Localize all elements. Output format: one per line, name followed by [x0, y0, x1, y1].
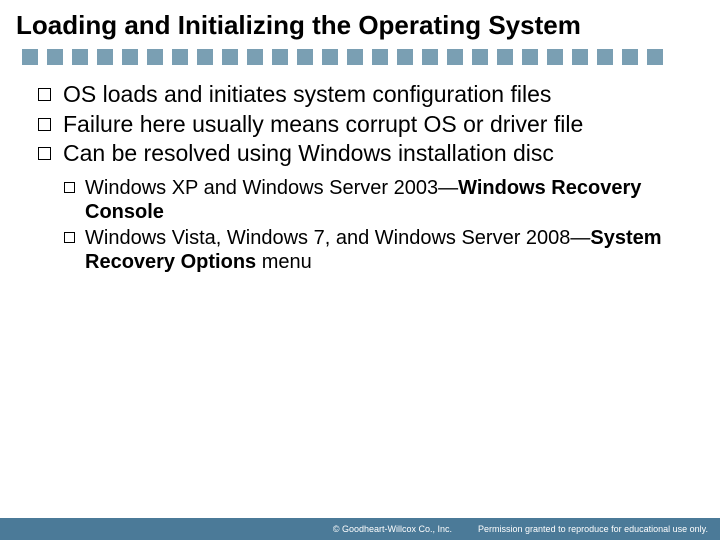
decorative-square [572, 49, 588, 65]
decorative-square [397, 49, 413, 65]
decorative-square [22, 49, 38, 65]
decorative-square [72, 49, 88, 65]
sub-bullet-text: Windows XP and Windows Server 2003—Windo… [85, 176, 704, 224]
decorative-square [297, 49, 313, 65]
decorative-square [147, 49, 163, 65]
sub-bullet-item: Windows XP and Windows Server 2003—Windo… [64, 176, 704, 224]
decorative-square [497, 49, 513, 65]
decorative-square [222, 49, 238, 65]
bullet-text: Can be resolved using Windows installati… [63, 140, 554, 168]
footer-copyright: © Goodheart-Willcox Co., Inc. [333, 524, 452, 534]
decorative-square [347, 49, 363, 65]
decorative-square [322, 49, 338, 65]
decorative-square [647, 49, 663, 65]
decorative-square [197, 49, 213, 65]
square-bullet-icon [38, 118, 51, 131]
decorative-square [247, 49, 263, 65]
bullet-item: OS loads and initiates system configurat… [38, 81, 694, 109]
sub-bullet-text: Windows Vista, Windows 7, and Windows Se… [85, 226, 704, 274]
decorative-square [172, 49, 188, 65]
decorative-square [447, 49, 463, 65]
square-bullet-icon [38, 88, 51, 101]
bullet-item: Can be resolved using Windows installati… [38, 140, 694, 168]
bullet-text: OS loads and initiates system configurat… [63, 81, 551, 109]
page-title: Loading and Initializing the Operating S… [16, 10, 704, 41]
decorative-square [47, 49, 63, 65]
bullet-text: Failure here usually means corrupt OS or… [63, 111, 583, 139]
decorative-square [422, 49, 438, 65]
bullet-list-level1: OS loads and initiates system configurat… [38, 81, 694, 168]
bullet-item: Failure here usually means corrupt OS or… [38, 111, 694, 139]
decorative-square [597, 49, 613, 65]
decorative-square [522, 49, 538, 65]
decorative-square-row [22, 49, 704, 65]
sub-bullet-item: Windows Vista, Windows 7, and Windows Se… [64, 226, 704, 274]
square-bullet-icon [64, 182, 75, 193]
decorative-square [272, 49, 288, 65]
square-bullet-icon [64, 232, 75, 243]
footer-permission: Permission granted to reproduce for educ… [478, 524, 708, 534]
decorative-square [372, 49, 388, 65]
bullet-list-level2: Windows XP and Windows Server 2003—Windo… [64, 176, 704, 274]
decorative-square [97, 49, 113, 65]
decorative-square [547, 49, 563, 65]
slide: Loading and Initializing the Operating S… [0, 0, 720, 540]
decorative-square [122, 49, 138, 65]
square-bullet-icon [38, 147, 51, 160]
decorative-square [622, 49, 638, 65]
footer-bar: © Goodheart-Willcox Co., Inc. Permission… [0, 518, 720, 540]
decorative-square [472, 49, 488, 65]
